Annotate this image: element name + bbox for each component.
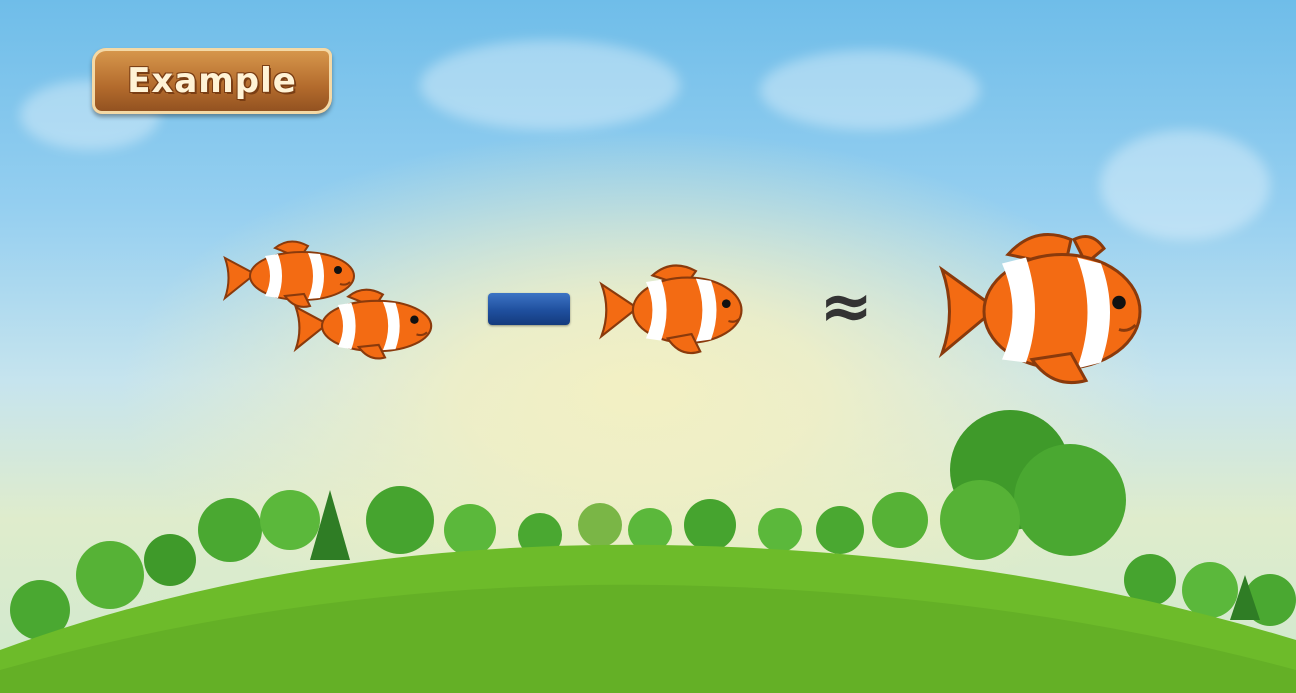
game-scene: Example ≈ (0, 0, 1296, 693)
landscape (0, 410, 1296, 693)
